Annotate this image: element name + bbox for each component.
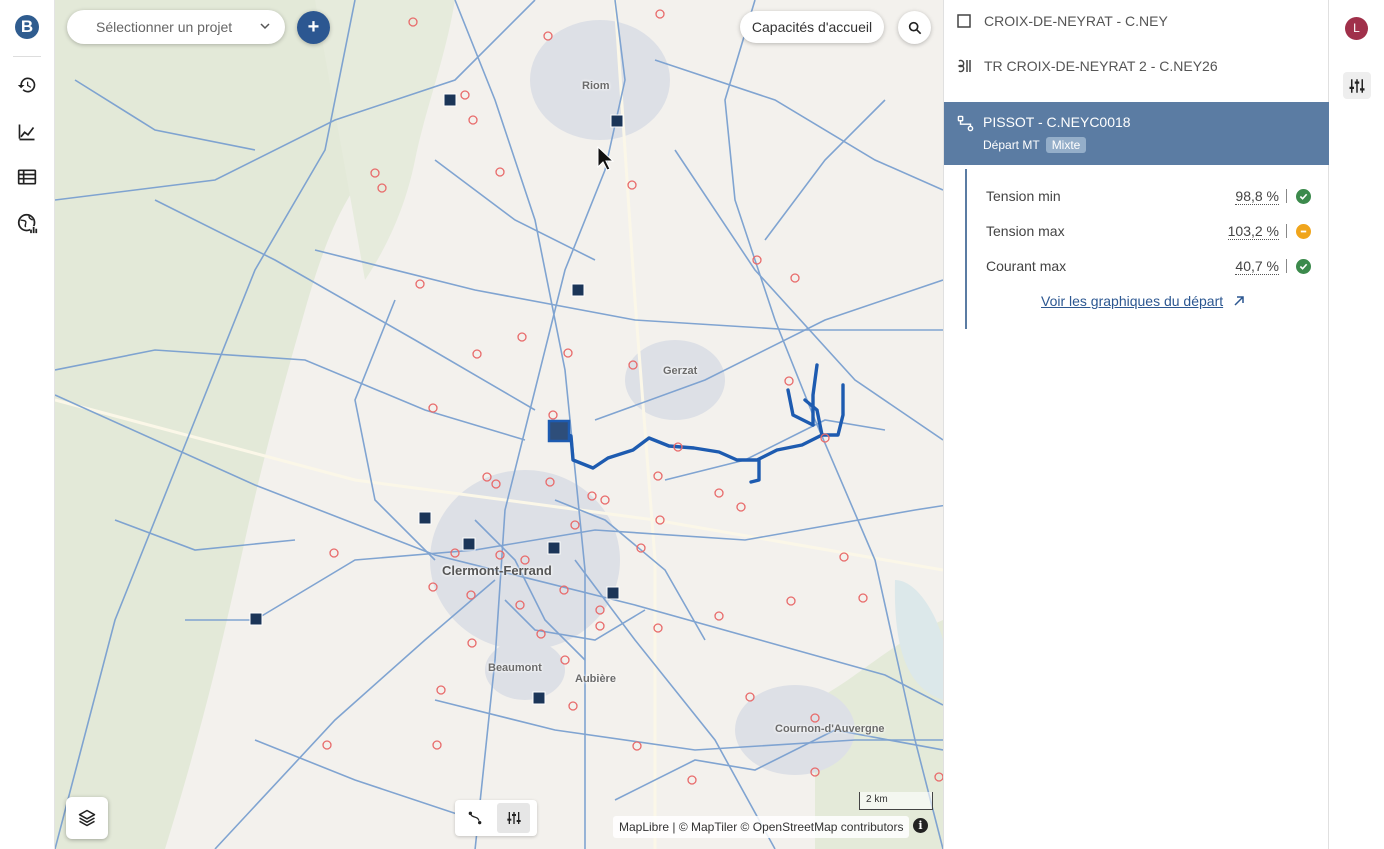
history-icon (17, 77, 36, 93)
right-toolbar: L (1329, 0, 1384, 849)
arrow-up-right-icon (1234, 296, 1244, 306)
metric-separator (1286, 224, 1287, 238)
place-gerzat: Gerzat (663, 365, 698, 377)
left-nav: B (0, 0, 55, 849)
place-beaumont: Beaumont (488, 662, 542, 674)
metric-row: Tension min 98,8 % (986, 185, 1311, 207)
metric-value[interactable]: 103,2 % (1227, 223, 1279, 240)
search-button[interactable] (898, 11, 931, 44)
status-ok-icon (1296, 258, 1311, 274)
selected-feeder-subtitle: Départ MT Mixte (983, 137, 1087, 153)
map-canvas[interactable]: Riom Gerzat Clermont-Ferrand Beaumont Au… (55, 0, 943, 849)
place-riom: Riom (582, 80, 610, 92)
metric-value[interactable]: 98,8 % (1235, 188, 1279, 205)
sliders-icon (1349, 78, 1365, 93)
project-select[interactable]: Sélectionner un projet (67, 10, 285, 44)
network-path-icon (468, 811, 481, 825)
globe-stats-button[interactable] (14, 210, 40, 236)
globe-chart-icon (17, 213, 37, 233)
feeder-metrics: Tension min 98,8 % Tension max 103,2 % C… (965, 169, 1315, 329)
metric-value[interactable]: 40,7 % (1235, 258, 1279, 275)
metric-row: Courant max 40,7 % (986, 255, 1311, 277)
settings-button[interactable] (1343, 72, 1371, 99)
metric-separator (1286, 189, 1287, 203)
map-base (55, 0, 943, 849)
status-warning-icon (1296, 223, 1311, 239)
place-cournon: Cournon-d'Auvergne (775, 723, 885, 735)
filters-tool-button[interactable] (497, 803, 530, 833)
metric-row: Tension max 103,2 % (986, 220, 1311, 242)
feeder-charts-link[interactable]: Voir les graphiques du départ (1041, 293, 1245, 309)
map-attribution[interactable]: MapLibre | © MapTiler © OpenStreetMap co… (613, 816, 910, 838)
avatar[interactable]: L (1345, 17, 1368, 40)
add-project-button[interactable]: + (297, 11, 330, 44)
selected-feeder[interactable]: PISSOT - C.NEYC0018 Départ MT Mixte (944, 102, 1329, 165)
feeder-tag: Mixte (1045, 137, 1087, 153)
table-button[interactable] (14, 164, 40, 190)
nav-divider (13, 56, 41, 57)
search-icon (908, 21, 921, 34)
table-icon (17, 169, 37, 185)
map-scale: 2 km (859, 792, 933, 810)
metric-separator (1286, 259, 1287, 273)
place-clermont: Clermont-Ferrand (442, 563, 552, 578)
map-toolbar (455, 800, 537, 836)
metric-label: Tension min (986, 188, 1061, 204)
chart-line-icon (18, 124, 35, 141)
detail-panel: CROIX-DE-NEYRAT - C.NEY TR CROIX-DE-NEYR… (943, 0, 1329, 849)
transformer-icon (957, 59, 971, 73)
sliders-icon (506, 812, 521, 824)
place-aubiere: Aubière (575, 673, 616, 685)
history-button[interactable] (14, 72, 40, 98)
tree-item-label: TR CROIX-DE-NEYRAT 2 - C.NEY26 (984, 58, 1218, 74)
tree-item-label: CROIX-DE-NEYRAT - C.NEY (984, 13, 1168, 29)
selected-feeder-title: PISSOT - C.NEYC0018 (983, 114, 1131, 130)
feeder-type: Départ MT (983, 138, 1040, 152)
status-ok-icon (1296, 188, 1311, 204)
capacity-button[interactable]: Capacités d'accueil (740, 11, 884, 43)
feeder-icon (957, 115, 974, 132)
layers-icon (78, 809, 96, 827)
metric-label: Courant max (986, 258, 1067, 274)
tree-item-transformer[interactable]: TR CROIX-DE-NEYRAT 2 - C.NEY26 (944, 48, 1329, 84)
feeder-charts-link-label: Voir les graphiques du départ (1041, 293, 1224, 309)
chevron-down-icon (260, 23, 270, 30)
network-tool-button[interactable] (458, 803, 491, 833)
analytics-button[interactable] (14, 119, 40, 145)
app: B Riom Gerzat Clermont-Ferrand Beaumont … (0, 0, 1384, 849)
tree-item-substation[interactable]: CROIX-DE-NEYRAT - C.NEY (944, 3, 1329, 39)
metric-label: Tension max (986, 223, 1065, 239)
app-logo[interactable]: B (15, 15, 39, 39)
layers-button[interactable] (66, 797, 108, 839)
checkbox-icon (957, 14, 971, 28)
info-icon[interactable]: i (913, 818, 928, 833)
project-select-label: Sélectionner un projet (96, 19, 233, 35)
